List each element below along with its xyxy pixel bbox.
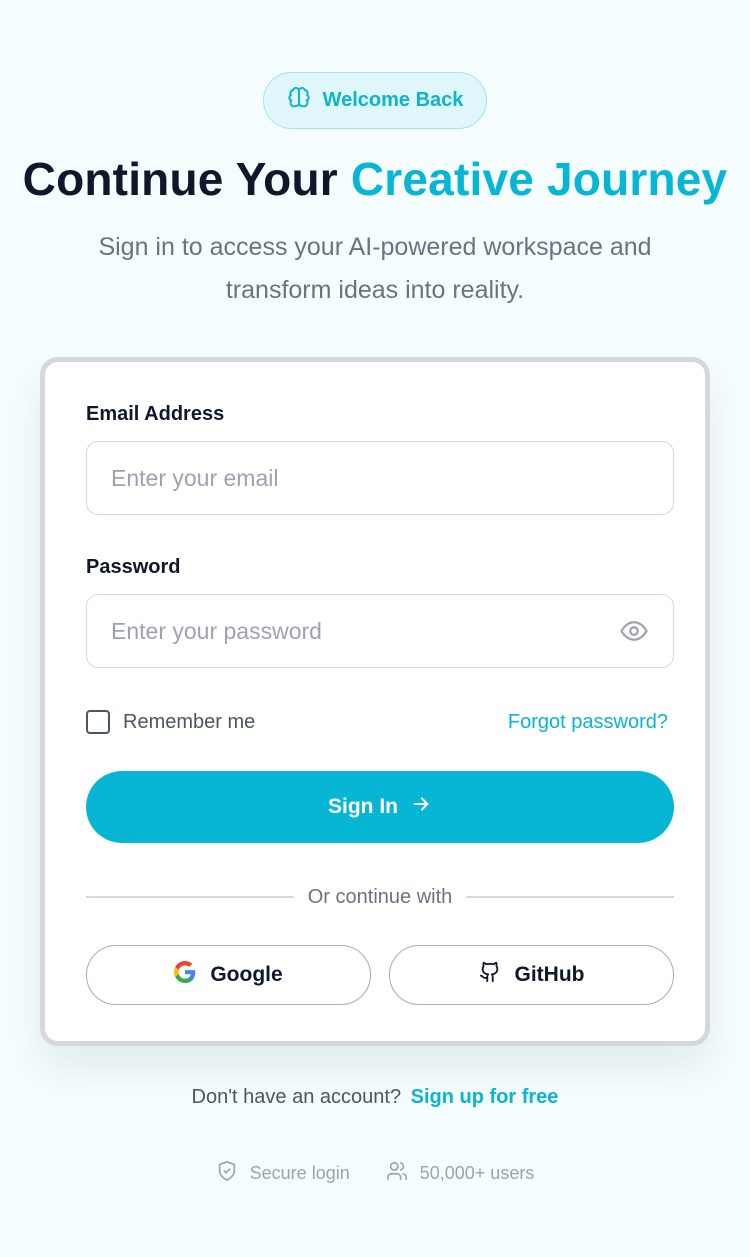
password-field-wrapper: [86, 594, 674, 668]
forgot-password-link[interactable]: Forgot password?: [508, 711, 668, 734]
login-card: Email Address Password Remember me Forgo…: [40, 357, 710, 1046]
github-icon: [479, 961, 501, 989]
google-button[interactable]: Google: [86, 945, 371, 1005]
google-icon: [174, 961, 196, 989]
github-label: GitHub: [514, 963, 585, 986]
secure-login-label: Secure login: [249, 1163, 350, 1183]
page-title: Continue Your Creative Journey: [0, 152, 750, 206]
page-subtitle: Sign in to access your AI-powered worksp…: [98, 233, 652, 304]
remember-label: Remember me: [123, 710, 256, 733]
welcome-badge: Welcome Back: [263, 72, 487, 129]
email-field-wrapper: [86, 441, 674, 515]
divider-label: Or continue with: [307, 885, 453, 908]
users-count-label: 50,000+ users: [419, 1163, 535, 1183]
email-field[interactable]: [111, 464, 649, 492]
sign-in-button[interactable]: Sign In: [86, 771, 674, 843]
password-label: Password: [86, 556, 181, 578]
badge-label: Welcome Back: [322, 89, 464, 111]
signup-prompt-text: Don't have an account?: [191, 1086, 402, 1108]
sign-in-label: Sign In: [328, 795, 398, 818]
secure-login-item: Secure login: [216, 1160, 350, 1187]
signup-link[interactable]: Sign up for free: [411, 1086, 559, 1108]
users-count-item: 50,000+ users: [386, 1160, 535, 1187]
divider-line-right: [466, 896, 675, 898]
arrow-right-icon: [410, 793, 432, 821]
title-part-1: Continue Your: [22, 153, 351, 205]
divider-line-left: [86, 896, 294, 898]
or-divider: Or continue with: [86, 882, 675, 912]
users-icon: [386, 1160, 408, 1187]
trust-footer: Secure login 50,000+ users: [0, 1160, 750, 1187]
eye-icon[interactable]: [619, 616, 649, 646]
remember-checkbox[interactable]: [86, 710, 110, 734]
shield-check-icon: [216, 1160, 238, 1187]
remember-me: Remember me: [86, 710, 255, 734]
brain-icon: [287, 86, 311, 116]
email-label: Email Address: [86, 403, 225, 425]
password-field[interactable]: [111, 617, 619, 645]
title-accent: Creative Journey: [350, 153, 728, 205]
signup-prompt: Don't have an account? Sign up for free: [0, 1086, 750, 1109]
google-label: Google: [210, 963, 283, 986]
github-button[interactable]: GitHub: [389, 945, 674, 1005]
login-page: Welcome Back Continue Your Creative Jour…: [0, 0, 750, 1257]
